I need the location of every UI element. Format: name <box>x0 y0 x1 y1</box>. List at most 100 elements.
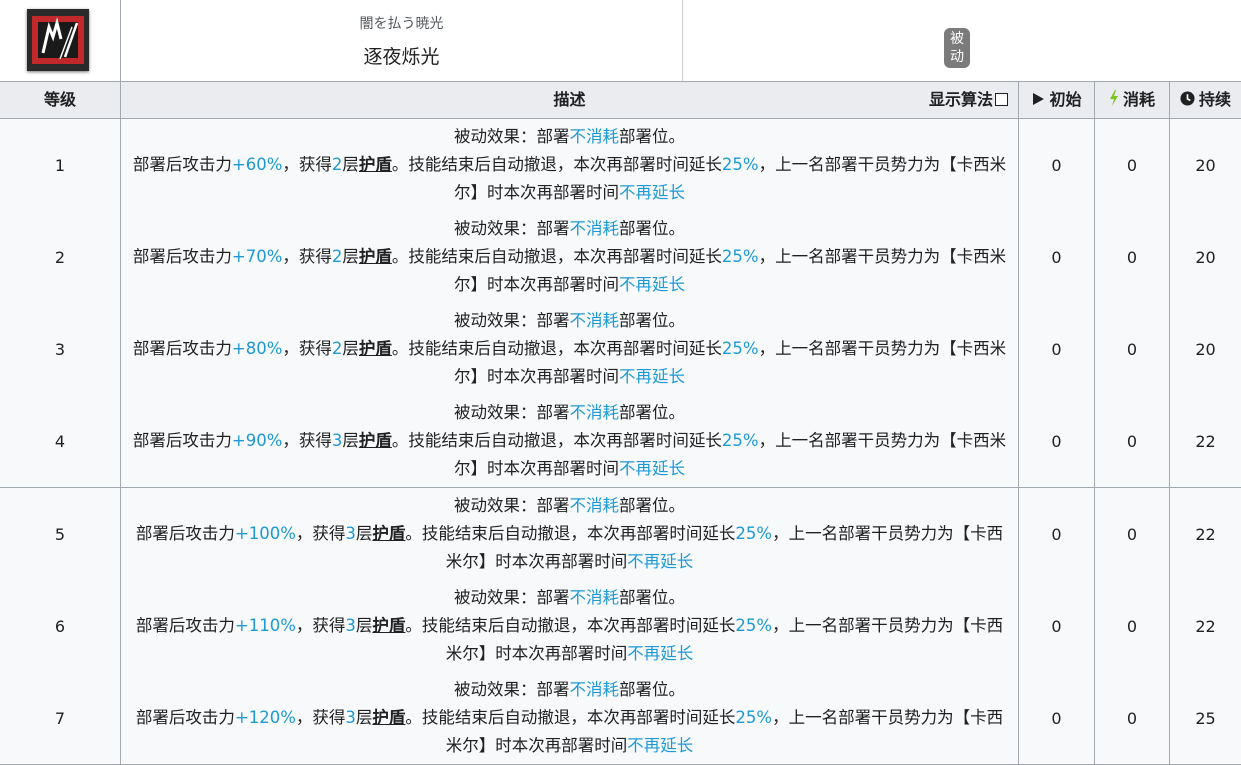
desc-highlight: 不消耗 <box>569 496 620 515</box>
desc-text: ，获得 <box>282 339 332 358</box>
desc-highlight: 不消耗 <box>569 680 620 699</box>
redeploy-extension: 25% <box>735 708 773 727</box>
redeploy-extension: 25% <box>721 247 759 266</box>
table-row: 6 被动效果：部署不消耗部署位。 部署后攻击力+110%，获得3层护盾。技能结束后自… <box>0 580 1241 673</box>
desc-highlight: 不消耗 <box>569 403 620 422</box>
description-cell: 被动效果：部署不消耗部署位。 部署后攻击力+90%，获得3层护盾。技能结束后自动撤… <box>121 395 1019 487</box>
header-initial: 初始 <box>1019 82 1095 118</box>
desc-highlight: 不再延长 <box>627 644 694 663</box>
desc-text: 被动效果：部署 <box>454 680 570 699</box>
desc-text: 被动效果：部署 <box>454 219 570 238</box>
passive-badge: 被动 <box>944 28 970 68</box>
description-text: 被动效果：部署不消耗部署位。 部署后攻击力+80%，获得2层护盾。技能结束后自动撤… <box>129 307 1010 391</box>
duration-cell: 20 <box>1195 155 1216 175</box>
shield-keyword[interactable]: 护盾 <box>359 247 392 266</box>
description-cell: 被动效果：部署不消耗部署位。 部署后攻击力+110%，获得3层护盾。技能结束后自动… <box>121 580 1019 672</box>
header-initial-label: 初始 <box>1049 90 1082 109</box>
shield-keyword[interactable]: 护盾 <box>372 616 405 635</box>
initial-cell: 0 <box>1019 211 1095 303</box>
show-formula-toggle[interactable]: 显示算法 <box>929 82 1008 118</box>
layer-count: 2 <box>331 155 343 174</box>
skill-name-cell: 闇を払う暁光 逐夜烁光 <box>121 0 683 81</box>
atk-value: +80% <box>231 339 283 358</box>
desc-text: 部署后攻击力 <box>132 247 232 266</box>
clock-icon <box>1180 83 1195 119</box>
desc-text: 层 <box>342 339 359 358</box>
play-icon <box>1031 83 1045 119</box>
redeploy-extension: 25% <box>735 616 773 635</box>
desc-text: 部署后攻击力 <box>135 708 235 727</box>
desc-text: 。技能结束后自动撤退，本次再部署时间延长 <box>405 708 736 727</box>
level-cell: 6 <box>0 580 121 672</box>
description-cell: 被动效果：部署不消耗部署位。 部署后攻击力+70%，获得2层护盾。技能结束后自动撤… <box>121 211 1019 303</box>
desc-text: 。技能结束后自动撤退，本次再部署时间延长 <box>391 247 722 266</box>
desc-text: 层 <box>355 524 373 543</box>
desc-text: 。技能结束后自动撤退，本次再部署时间延长 <box>391 339 722 358</box>
level-cell: 3 <box>0 303 121 395</box>
layer-count: 3 <box>345 524 356 543</box>
desc-text: ，获得 <box>282 247 332 266</box>
duration-cell: 22 <box>1195 616 1216 636</box>
skill-table-page: 闇を払う暁光 逐夜烁光 被动 等级 描述 显示算法 初始 消耗 持续 1 被动效果… <box>0 0 1241 765</box>
cost-cell: 0 <box>1095 119 1170 211</box>
initial-cell: 0 <box>1019 303 1095 395</box>
atk-value: +110% <box>234 616 296 635</box>
table-row: 4 被动效果：部署不消耗部署位。 部署后攻击力+90%，获得3层护盾。技能结束后自动… <box>0 395 1241 489</box>
cost-cell: 0 <box>1095 211 1170 303</box>
desc-text: 被动效果：部署 <box>454 403 570 422</box>
shield-keyword[interactable]: 护盾 <box>372 524 405 543</box>
skill-icon-cell <box>0 0 121 81</box>
desc-highlight: 不再延长 <box>619 459 685 478</box>
desc-text: 部署位。 <box>619 311 685 330</box>
desc-text: 部署后攻击力 <box>132 339 232 358</box>
desc-text: 部署位。 <box>619 588 685 607</box>
header-level: 等级 <box>0 82 121 118</box>
redeploy-extension: 25% <box>721 155 759 174</box>
layer-count: 3 <box>331 431 343 450</box>
desc-highlight: 不消耗 <box>569 311 620 330</box>
desc-highlight: 不消耗 <box>569 127 620 146</box>
atk-value: +120% <box>234 708 296 727</box>
atk-value: +100% <box>234 524 296 543</box>
cost-cell: 0 <box>1095 395 1170 487</box>
desc-text: 。技能结束后自动撤退，本次再部署时间延长 <box>391 155 722 174</box>
initial-cell: 0 <box>1019 119 1095 211</box>
show-formula-label: 显示算法 <box>928 90 993 109</box>
initial-cell: 0 <box>1019 395 1095 487</box>
desc-text: ，获得 <box>295 616 346 635</box>
initial-cell: 0 <box>1019 488 1095 580</box>
lightning-icon <box>1109 83 1119 119</box>
duration-cell: 22 <box>1195 524 1216 544</box>
show-formula-checkbox[interactable] <box>995 93 1008 106</box>
skill-name-cn: 逐夜烁光 <box>363 46 440 68</box>
desc-text: ，获得 <box>282 431 332 450</box>
duration-cell: 22 <box>1195 431 1216 451</box>
shield-keyword[interactable]: 护盾 <box>359 155 392 174</box>
shield-keyword[interactable]: 护盾 <box>372 708 405 727</box>
desc-text: 部署位。 <box>619 403 685 422</box>
desc-highlight: 不再延长 <box>619 367 685 386</box>
header-description: 描述 显示算法 <box>121 82 1019 118</box>
shield-keyword[interactable]: 护盾 <box>359 339 392 358</box>
description-cell: 被动效果：部署不消耗部署位。 部署后攻击力+120%，获得3层护盾。技能结束后自动… <box>121 672 1019 764</box>
desc-text: 层 <box>355 616 373 635</box>
description-text: 被动效果：部署不消耗部署位。 部署后攻击力+60%，获得2层护盾。技能结束后自动撤… <box>129 123 1010 207</box>
desc-text: ，获得 <box>295 524 346 543</box>
header-cost: 消耗 <box>1095 82 1170 118</box>
description-text: 被动效果：部署不消耗部署位。 部署后攻击力+100%，获得3层护盾。技能结束后自动… <box>129 492 1010 576</box>
desc-highlight: 不再延长 <box>619 275 685 294</box>
level-cell: 5 <box>0 488 121 580</box>
desc-text: 部署位。 <box>619 680 685 699</box>
header-description-label: 描述 <box>553 90 586 109</box>
desc-text: 被动效果：部署 <box>454 127 570 146</box>
atk-value: +90% <box>231 431 283 450</box>
redeploy-extension: 25% <box>735 524 773 543</box>
table-row: 2 被动效果：部署不消耗部署位。 部署后攻击力+70%，获得2层护盾。技能结束后自动… <box>0 211 1241 304</box>
desc-text: 。技能结束后自动撤退，本次再部署时间延长 <box>405 524 736 543</box>
skill-type-cell: 被动 <box>683 0 1241 81</box>
atk-value: +60% <box>231 155 283 174</box>
desc-text: 层 <box>342 431 359 450</box>
desc-highlight: 不再延长 <box>627 736 694 755</box>
desc-text: 部署后攻击力 <box>135 524 235 543</box>
shield-keyword[interactable]: 护盾 <box>359 431 392 450</box>
